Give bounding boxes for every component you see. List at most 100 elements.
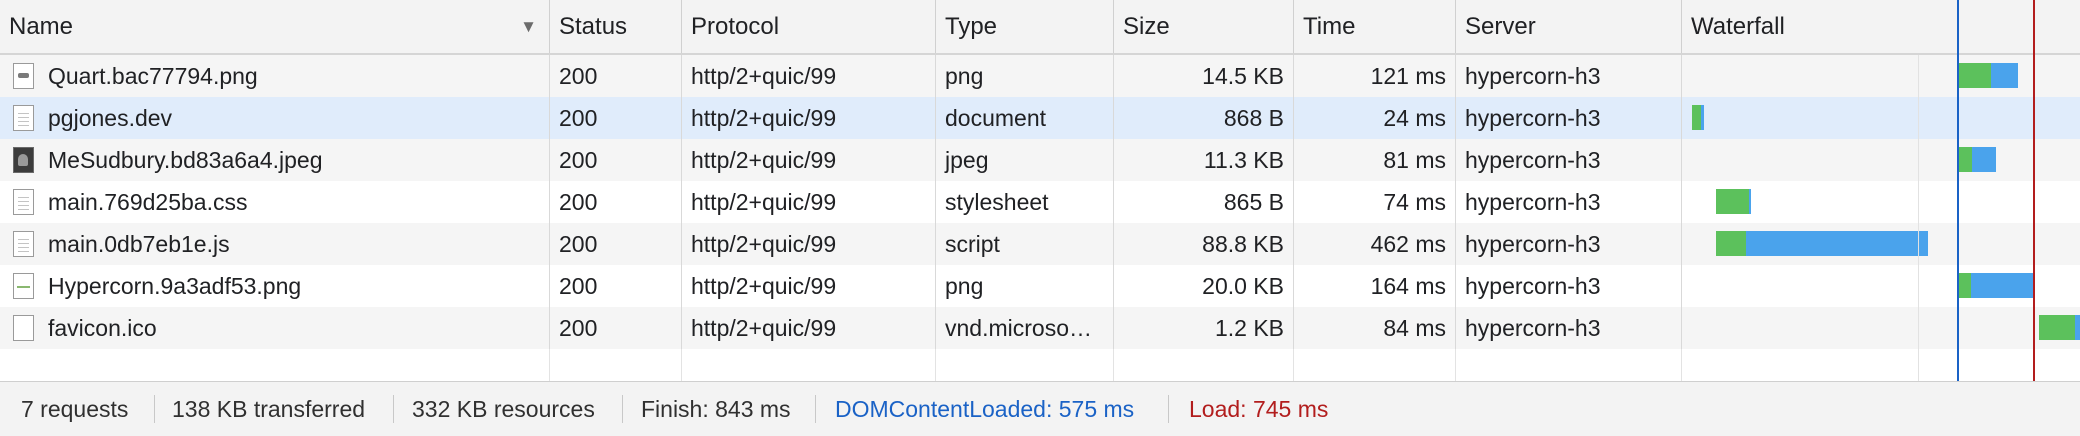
cell-size: 20.0 KB xyxy=(1114,265,1294,307)
status-divider xyxy=(393,395,394,423)
status-bar: 7 requests 138 KB transferred 332 KB res… xyxy=(0,381,2080,436)
cell-size: 14.5 KB xyxy=(1114,55,1294,97)
column-header-time[interactable]: Time xyxy=(1294,0,1456,53)
cell-type: png xyxy=(936,265,1114,307)
column-header-name-label: Name xyxy=(9,13,74,40)
waterfall-download-bar xyxy=(1991,63,2018,88)
cell-protocol: http/2+quic/99 xyxy=(682,223,936,265)
cell-time: 81 ms xyxy=(1294,139,1456,181)
empty-filler-row xyxy=(0,349,1682,381)
waterfall-waiting-bar xyxy=(1959,147,1972,172)
table-row[interactable]: Hypercorn.9a3adf53.png 200 http/2+quic/99 p… xyxy=(0,265,1682,307)
cell-status: 200 xyxy=(550,265,682,307)
cell-time: 84 ms xyxy=(1294,307,1456,349)
status-divider xyxy=(1168,395,1169,423)
column-header-waterfall[interactable]: Waterfall xyxy=(1682,0,2080,53)
load-time: Load: 745 ms xyxy=(1189,396,1329,422)
waterfall-download-bar xyxy=(1971,273,2033,298)
cell-status: 200 xyxy=(550,97,682,139)
request-name: main.0db7eb1e.js xyxy=(48,231,230,257)
image-file-icon xyxy=(13,63,34,89)
cell-name[interactable]: main.0db7eb1e.js xyxy=(0,223,550,265)
table-row[interactable]: Quart.bac77794.png 200 http/2+quic/99 png 14… xyxy=(0,55,1682,97)
waterfall-row xyxy=(1682,265,2080,307)
document-file-icon xyxy=(13,231,34,257)
column-header-name[interactable]: Name ▼ xyxy=(0,0,550,53)
request-name: pgjones.dev xyxy=(48,105,173,131)
table-row[interactable]: main.769d25ba.css 200 http/2+quic/99 styles… xyxy=(0,181,1682,223)
request-name: Quart.bac77794.png xyxy=(48,63,258,89)
dom-content-loaded-marker xyxy=(1957,0,1959,381)
cell-server: hypercorn-h3 xyxy=(1456,97,1682,139)
request-count: 7 requests xyxy=(21,396,129,422)
waterfall-download-bar xyxy=(1746,231,1928,256)
waterfall-download-bar xyxy=(1749,189,1751,214)
waterfall-download-bar xyxy=(2075,315,2080,340)
waterfall-gridline xyxy=(1918,55,1919,381)
waterfall-row xyxy=(1682,223,2080,265)
cell-time: 24 ms xyxy=(1294,97,1456,139)
status-divider xyxy=(154,395,155,423)
column-header-protocol[interactable]: Protocol xyxy=(682,0,936,53)
column-header-row: Name ▼ Status Protocol Type Size Time Se… xyxy=(0,0,2080,55)
waterfall-download-bar xyxy=(1972,147,1996,172)
cell-protocol: http/2+quic/99 xyxy=(682,97,936,139)
cell-size: 865 B xyxy=(1114,181,1294,223)
cell-time: 121 ms xyxy=(1294,55,1456,97)
cell-status: 200 xyxy=(550,223,682,265)
dom-content-loaded-time: DOMContentLoaded: 575 ms xyxy=(835,396,1135,422)
cell-status: 200 xyxy=(550,181,682,223)
cell-server: hypercorn-h3 xyxy=(1456,265,1682,307)
finish-time: Finish: 843 ms xyxy=(641,396,791,422)
network-panel: Name ▼ Status Protocol Type Size Time Se… xyxy=(0,0,2080,436)
document-file-icon xyxy=(13,189,34,215)
waterfall-waiting-bar xyxy=(1959,273,1971,298)
cell-status: 200 xyxy=(550,307,682,349)
waterfall-waiting-bar xyxy=(1716,189,1749,214)
cell-name[interactable]: main.769d25ba.css xyxy=(0,181,550,223)
status-divider xyxy=(622,395,623,423)
waterfall-row xyxy=(1682,139,2080,181)
cell-type: png xyxy=(936,55,1114,97)
waterfall-row xyxy=(1682,181,2080,223)
cell-name[interactable]: Quart.bac77794.png xyxy=(0,55,550,97)
cell-name[interactable]: pgjones.dev xyxy=(0,97,550,139)
table-row[interactable]: MeSudbury.bd83a6a4.jpeg 200 http/2+quic/99… xyxy=(0,139,1682,181)
cell-name[interactable]: Hypercorn.9a3adf53.png xyxy=(0,265,550,307)
waterfall-chart[interactable] xyxy=(1682,0,2080,381)
cell-protocol: http/2+quic/99 xyxy=(682,307,936,349)
table-row[interactable]: pgjones.dev 200 http/2+quic/99 document 868 … xyxy=(0,97,1682,139)
table-row[interactable]: favicon.ico 200 http/2+quic/99 vnd.microso…… xyxy=(0,307,1682,349)
cell-name[interactable]: MeSudbury.bd83a6a4.jpeg xyxy=(0,139,550,181)
request-name: MeSudbury.bd83a6a4.jpeg xyxy=(48,147,323,173)
column-header-status[interactable]: Status xyxy=(550,0,682,53)
cell-server: hypercorn-h3 xyxy=(1456,223,1682,265)
request-name: favicon.ico xyxy=(48,315,157,341)
cell-name[interactable]: favicon.ico xyxy=(0,307,550,349)
load-marker xyxy=(2033,0,2035,381)
cell-size: 11.3 KB xyxy=(1114,139,1294,181)
waterfall-row xyxy=(1682,55,2080,97)
cell-time: 462 ms xyxy=(1294,223,1456,265)
cell-status: 200 xyxy=(550,139,682,181)
waterfall-waiting-bar xyxy=(1692,105,1701,130)
transferred-size: 138 KB transferred xyxy=(172,396,366,422)
cell-size: 868 B xyxy=(1114,97,1294,139)
sort-descending-icon[interactable]: ▼ xyxy=(520,0,537,53)
cell-protocol: http/2+quic/99 xyxy=(682,181,936,223)
image-file-icon xyxy=(13,273,34,299)
cell-type: stylesheet xyxy=(936,181,1114,223)
cell-server: hypercorn-h3 xyxy=(1456,139,1682,181)
column-header-type[interactable]: Type xyxy=(936,0,1114,53)
column-header-size[interactable]: Size xyxy=(1114,0,1294,53)
cell-status: 200 xyxy=(550,55,682,97)
column-header-server[interactable]: Server xyxy=(1456,0,1682,53)
cell-protocol: http/2+quic/99 xyxy=(682,265,936,307)
waterfall-row xyxy=(1682,307,2080,349)
cell-type: script xyxy=(936,223,1114,265)
document-file-icon xyxy=(13,105,34,131)
table-row[interactable]: main.0db7eb1e.js 200 http/2+quic/99 script 8… xyxy=(0,223,1682,265)
request-name: main.769d25ba.css xyxy=(48,189,248,215)
cell-server: hypercorn-h3 xyxy=(1456,181,1682,223)
waterfall-waiting-bar xyxy=(2039,315,2075,340)
